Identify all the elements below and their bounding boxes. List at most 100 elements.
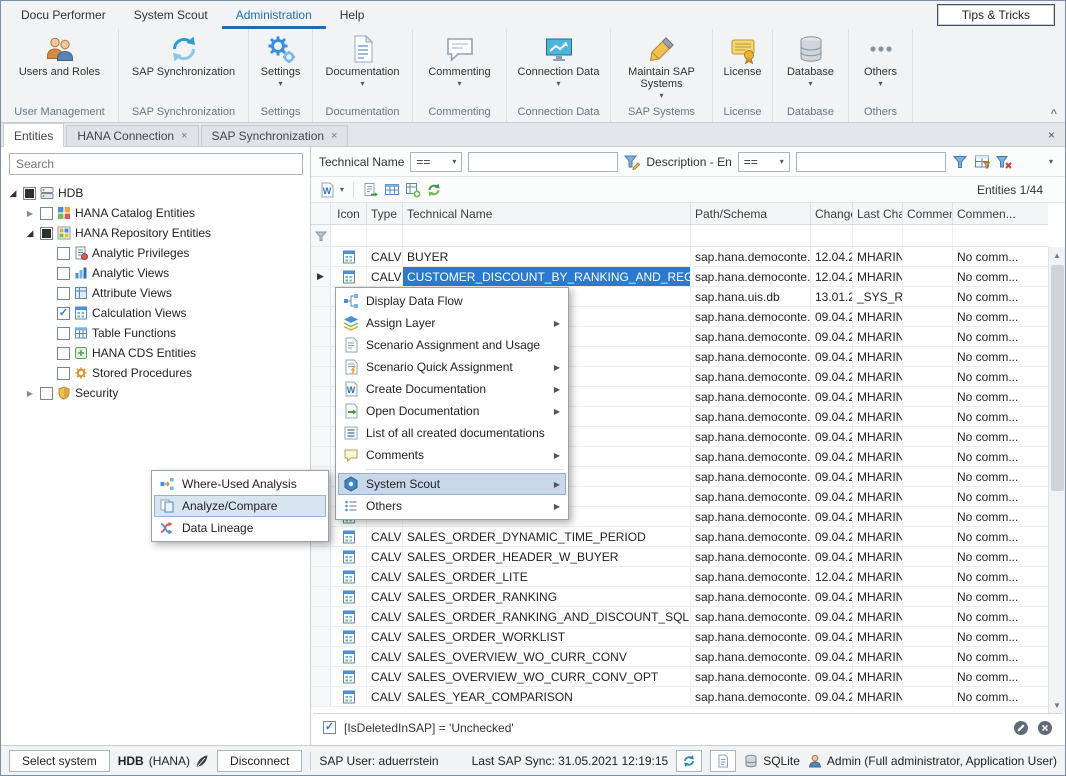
filter-operator-select[interactable]: == ▾ <box>410 152 462 172</box>
auto-filter-cell[interactable] <box>853 225 903 246</box>
close-icon[interactable]: × <box>331 131 337 142</box>
create-doc-icon[interactable]: W <box>319 182 335 198</box>
table-row[interactable]: CALVSALES_ORDER_DYNAMIC_TIME_PERIODsap.h… <box>311 527 1048 547</box>
sync-now-button[interactable] <box>676 750 702 772</box>
context-menu-item-system-scout[interactable]: System Scout▶ <box>338 473 566 495</box>
filter-clear-icon[interactable] <box>996 154 1012 170</box>
expander-icon[interactable]: ▶ <box>24 209 36 218</box>
table-row[interactable]: CALVSALES_OVERVIEW_WO_CURR_CONVsap.hana.… <box>311 647 1048 667</box>
filter-operator-select[interactable]: == ▾ <box>738 152 790 172</box>
table-row[interactable]: CALVSALES_ORDER_HEADER_W_BUYERsap.hana.d… <box>311 547 1048 567</box>
context-menu-item-assign-layer[interactable]: Assign Layer▶ <box>338 312 566 334</box>
tab-entities[interactable]: Entities <box>3 123 64 147</box>
tree-item-hana-repository-entities[interactable]: ◢HANA Repository Entities <box>1 223 310 243</box>
checkbox-unchecked[interactable] <box>57 287 70 300</box>
table-row[interactable]: CALVBUYERsap.hana.democonte...12.04.2...… <box>311 247 1048 267</box>
checkbox-indeterminate[interactable] <box>23 187 36 200</box>
tree-item-analytic-privileges[interactable]: Analytic Privileges <box>1 243 310 263</box>
tips-tricks-button[interactable]: Tips & Tricks <box>937 4 1055 26</box>
checkbox-checked[interactable] <box>57 307 70 320</box>
column-header-type-1[interactable]: Type <box>367 203 403 224</box>
table-row[interactable]: CALVSALES_OVERVIEW_WO_CURR_CONV_OPTsap.h… <box>311 667 1048 687</box>
checkbox-unchecked[interactable] <box>57 367 70 380</box>
scroll-up-icon[interactable]: ▲ <box>1049 247 1065 263</box>
tree-item-hana-cds-entities[interactable]: HANA CDS Entities <box>1 343 310 363</box>
context-menu-item-open-documentation[interactable]: Open Documentation▶ <box>338 400 566 422</box>
table-row[interactable]: CALVSALES_ORDER_RANKINGsap.hana.democont… <box>311 587 1048 607</box>
export-doc-icon[interactable] <box>363 182 379 198</box>
cell-technical-name[interactable]: SALES_ORDER_WORKLIST <box>403 627 691 646</box>
column-header-commen-7[interactable]: Commen... <box>953 203 1048 224</box>
menu-item-administration[interactable]: Administration <box>222 1 326 29</box>
tree-item-security[interactable]: ▶Security <box>1 383 310 403</box>
close-filter-icon[interactable] <box>1037 720 1053 736</box>
table-row[interactable]: CALVSALES_ORDER_LITEsap.hana.democonte..… <box>311 567 1048 587</box>
scroll-down-icon[interactable]: ▼ <box>1049 697 1065 713</box>
submenu-item-data-lineage[interactable]: Data Lineage <box>154 517 326 539</box>
tree-item-calculation-views[interactable]: Calculation Views <box>1 303 310 323</box>
scrollbar-thumb[interactable] <box>1051 265 1064 491</box>
context-menu-item-scenario-quick-assignment[interactable]: Scenario Quick Assignment▶ <box>338 356 566 378</box>
ribbon-button-commenting[interactable]: Commenting▾ <box>413 29 506 104</box>
ribbon-button-documentation[interactable]: Documentation▾ <box>313 29 412 104</box>
checkbox-unchecked[interactable] <box>57 347 70 360</box>
ribbon-button-settings[interactable]: Settings▾ <box>249 29 312 104</box>
checkbox-unchecked[interactable] <box>57 267 70 280</box>
cell-technical-name[interactable]: SALES_OVERVIEW_WO_CURR_CONV_OPT <box>403 667 691 686</box>
menu-item-docu-performer[interactable]: Docu Performer <box>7 1 120 29</box>
tree-item-hdb[interactable]: ◢HDB <box>1 183 310 203</box>
cell-technical-name[interactable]: BUYER <box>403 247 691 266</box>
tree-item-hana-catalog-entities[interactable]: ▶HANA Catalog Entities <box>1 203 310 223</box>
ribbon-button-maintain-sap-systems[interactable]: Maintain SAP Systems▾ <box>611 29 712 104</box>
context-menu-item-list-of-all-created-documentations[interactable]: List of all created documentations <box>338 422 566 444</box>
filter-edit-icon[interactable] <box>624 154 640 170</box>
filter-grid-icon[interactable] <box>974 154 990 170</box>
auto-filter-cell[interactable] <box>403 225 691 246</box>
export-data-icon[interactable] <box>405 182 421 198</box>
close-tab-icon[interactable]: × <box>1048 128 1055 142</box>
chevron-down-icon[interactable]: ▾ <box>340 185 344 194</box>
tree-item-attribute-views[interactable]: Attribute Views <box>1 283 310 303</box>
refresh-icon[interactable] <box>426 182 442 198</box>
cell-technical-name[interactable]: SALES_ORDER_LITE <box>403 567 691 586</box>
table-row[interactable]: CALVSALES_ORDER_WORKLISTsap.hana.democon… <box>311 627 1048 647</box>
tree-item-stored-procedures[interactable]: Stored Procedures <box>1 363 310 383</box>
context-menu-item-create-documentation[interactable]: WCreate Documentation▶ <box>338 378 566 400</box>
column-header-technical-name-2[interactable]: Technical Name <box>403 203 691 224</box>
context-menu-item-others[interactable]: Others▶ <box>338 495 566 517</box>
filter-enabled-checkbox[interactable] <box>323 721 336 734</box>
technical-name-filter-input[interactable] <box>468 152 618 172</box>
column-header-change-4[interactable]: Change... <box>811 203 853 224</box>
table-row[interactable]: ▶CALVCUSTOMER_DISCOUNT_BY_RANKING_AND_RE… <box>311 267 1048 287</box>
auto-filter-cell[interactable] <box>953 225 1048 246</box>
auto-filter-cell[interactable] <box>331 225 367 246</box>
auto-filter-cell[interactable] <box>811 225 853 246</box>
checkbox-unchecked[interactable] <box>40 387 53 400</box>
checkbox-indeterminate[interactable] <box>40 227 53 240</box>
select-system-button[interactable]: Select system <box>9 750 110 772</box>
grid-auto-filter-row[interactable] <box>311 225 1048 247</box>
ribbon-button-license[interactable]: License <box>713 29 772 104</box>
ribbon-collapse-button[interactable]: ^ <box>1051 108 1057 120</box>
context-menu-item-display-data-flow[interactable]: Display Data Flow <box>338 290 566 312</box>
cell-technical-name[interactable]: CUSTOMER_DISCOUNT_BY_RANKING_AND_REGION <box>403 267 691 286</box>
vertical-scrollbar[interactable]: ▲ ▼ <box>1048 247 1065 713</box>
column-header-last-cha-5[interactable]: Last Cha... <box>853 203 903 224</box>
auto-filter-cell[interactable] <box>691 225 811 246</box>
submenu-item-analyze-compare[interactable]: Analyze/Compare <box>154 495 326 517</box>
ribbon-button-connection-data[interactable]: Connection Data▾ <box>507 29 610 104</box>
expander-icon[interactable]: ▶ <box>24 389 36 398</box>
menu-item-help[interactable]: Help <box>326 1 379 29</box>
menu-item-system-scout[interactable]: System Scout <box>120 1 222 29</box>
checkbox-unchecked[interactable] <box>40 207 53 220</box>
submenu-item-where-used-analysis[interactable]: Where-Used Analysis <box>154 473 326 495</box>
column-header-icon-0[interactable]: Icon <box>331 203 367 224</box>
filter-icon[interactable] <box>952 154 968 170</box>
disconnect-button[interactable]: Disconnect <box>217 750 302 772</box>
context-menu-item-comments[interactable]: Comments▶ <box>338 444 566 466</box>
quill-icon[interactable] <box>195 754 209 768</box>
description-filter-input[interactable] <box>796 152 946 172</box>
expander-icon[interactable]: ◢ <box>7 188 19 199</box>
search-input[interactable] <box>9 153 303 175</box>
auto-filter-cell[interactable] <box>903 225 953 246</box>
